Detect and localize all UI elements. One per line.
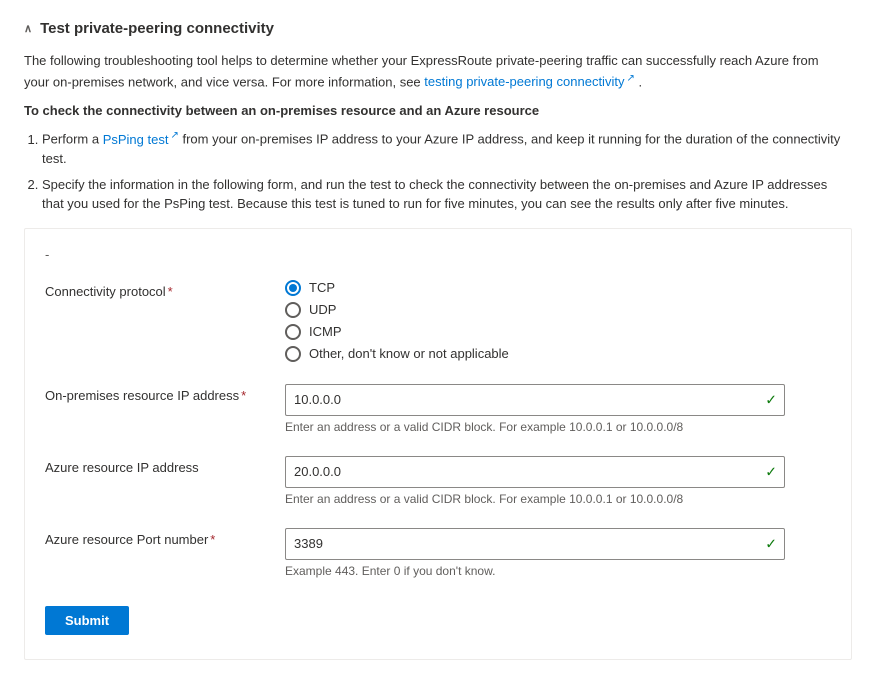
required-indicator: * [168, 284, 173, 299]
port-number-row: Azure resource Port number* ✓ Example 44… [45, 528, 831, 578]
check-icon-3: ✓ [765, 535, 777, 552]
azure-ip-input[interactable] [285, 456, 785, 488]
on-premises-ip-row: On-premises resource IP address* ✓ Enter… [45, 384, 831, 434]
azure-ip-wrapper: ✓ [285, 456, 785, 488]
step-2: Specify the information in the following… [42, 175, 852, 214]
required-indicator-3: * [210, 532, 215, 547]
private-peering-link[interactable]: testing private-peering connectivity↗ [424, 74, 638, 89]
azure-ip-hint: Enter an address or a valid CIDR block. … [285, 492, 785, 506]
port-number-wrapper: ✓ [285, 528, 785, 560]
azure-ip-label: Azure resource IP address [45, 456, 285, 475]
radio-udp-input[interactable] [285, 302, 301, 318]
radio-icmp[interactable]: ICMP [285, 324, 785, 340]
steps-list: Perform a PsPing test↗ from your on-prem… [42, 128, 852, 213]
check-icon-1: ✓ [765, 391, 777, 408]
on-premises-ip-input[interactable] [285, 384, 785, 416]
psping-link[interactable]: PsPing test↗ [103, 132, 179, 147]
required-indicator-2: * [241, 388, 246, 403]
check-icon-2: ✓ [765, 463, 777, 480]
radio-tcp-input[interactable] [285, 280, 301, 296]
description-text: The following troubleshooting tool helps… [24, 51, 844, 91]
submit-button[interactable]: Submit [45, 606, 129, 635]
connectivity-protocol-control: TCP UDP ICMP Other, don't know or not ap… [285, 280, 785, 362]
port-number-input[interactable] [285, 528, 785, 560]
page-title-section[interactable]: ∧ Test private-peering connectivity [24, 20, 852, 37]
radio-udp[interactable]: UDP [285, 302, 785, 318]
port-number-label: Azure resource Port number* [45, 528, 285, 547]
dash-line: - [45, 247, 831, 262]
port-number-hint: Example 443. Enter 0 if you don't know. [285, 564, 785, 578]
form-container: - Connectivity protocol* TCP UDP ICMP [24, 228, 852, 660]
radio-other[interactable]: Other, don't know or not applicable [285, 346, 785, 362]
on-premises-ip-label: On-premises resource IP address* [45, 384, 285, 403]
connectivity-protocol-label: Connectivity protocol* [45, 280, 285, 299]
step-1: Perform a PsPing test↗ from your on-prem… [42, 128, 852, 168]
chevron-up-icon: ∧ [24, 22, 32, 35]
on-premises-ip-wrapper: ✓ [285, 384, 785, 416]
bold-instruction: To check the connectivity between an on-… [24, 103, 852, 118]
protocol-radio-group: TCP UDP ICMP Other, don't know or not ap… [285, 280, 785, 362]
radio-tcp[interactable]: TCP [285, 280, 785, 296]
on-premises-ip-control: ✓ Enter an address or a valid CIDR block… [285, 384, 785, 434]
radio-icmp-input[interactable] [285, 324, 301, 340]
connectivity-protocol-row: Connectivity protocol* TCP UDP ICMP [45, 280, 831, 362]
port-number-control: ✓ Example 443. Enter 0 if you don't know… [285, 528, 785, 578]
on-premises-ip-hint: Enter an address or a valid CIDR block. … [285, 420, 785, 434]
page-title: Test private-peering connectivity [40, 20, 274, 37]
radio-other-input[interactable] [285, 346, 301, 362]
azure-ip-row: Azure resource IP address ✓ Enter an add… [45, 456, 831, 506]
azure-ip-control: ✓ Enter an address or a valid CIDR block… [285, 456, 785, 506]
